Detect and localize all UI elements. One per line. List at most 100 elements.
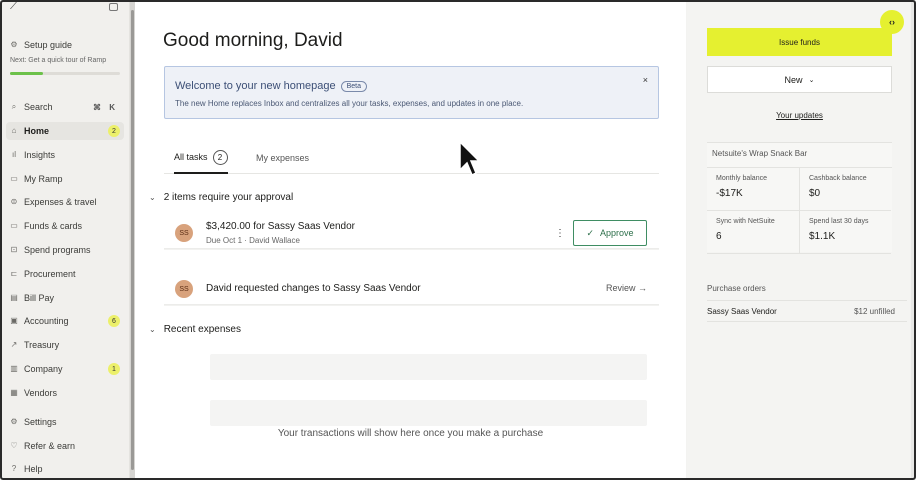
sidebar-item-spend-programs[interactable]: ⊡ Spend programs bbox=[6, 241, 124, 259]
welcome-description: The new Home replaces Inbox and centrali… bbox=[175, 99, 524, 108]
metric-value: 6 bbox=[716, 231, 722, 242]
right-edge-scrollbar bbox=[911, 2, 914, 478]
mouse-cursor-icon bbox=[459, 140, 480, 177]
new-label: New bbox=[784, 74, 803, 85]
close-icon[interactable]: × bbox=[643, 75, 648, 85]
sidebar-item-bill-pay[interactable]: ▤ Bill Pay bbox=[6, 289, 124, 307]
review-link[interactable]: Review → bbox=[606, 283, 647, 293]
setup-guide-label: Setup guide bbox=[24, 40, 73, 50]
more-options-icon[interactable]: ⋮ bbox=[555, 228, 565, 239]
chevron-down-icon: ⌄ bbox=[149, 193, 156, 202]
sidebar-item-label: Refer & earn bbox=[24, 441, 76, 451]
sidebar-item-refer[interactable]: ♡ Refer & earn bbox=[6, 437, 124, 455]
recent-expenses-heading: Recent expenses bbox=[163, 324, 241, 335]
home-icon: ⌂ bbox=[11, 126, 17, 135]
sidebar-item-label: My Ramp bbox=[24, 174, 63, 184]
cart-icon: ⊏ bbox=[10, 269, 18, 278]
metric-label: Monthly balance bbox=[716, 175, 767, 182]
tab-my-expenses-label: My expenses bbox=[256, 153, 310, 163]
collapse-sidebar-icon[interactable] bbox=[109, 3, 118, 11]
sidebar-item-label: Procurement bbox=[24, 269, 76, 279]
vendor-icon: ▦ bbox=[10, 388, 18, 397]
search-icon: ⌕ bbox=[11, 102, 17, 111]
card-icon: ▭ bbox=[10, 221, 18, 230]
issue-funds-button[interactable]: Issue funds bbox=[707, 28, 892, 56]
metric-cashback-balance[interactable]: Cashback balance $0 bbox=[799, 168, 891, 211]
sidebar-item-treasury[interactable]: ↗ Treasury bbox=[6, 336, 124, 354]
recent-expenses-toggle[interactable]: ⌄ Recent expenses bbox=[149, 324, 241, 335]
sidebar: ⟋ ⚙ Setup guide Next: Get a quick tour o… bbox=[2, 0, 130, 478]
sidebar-item-insights[interactable]: ıl Insights bbox=[6, 146, 124, 164]
sidebar-item-label: Home bbox=[24, 126, 50, 136]
sidebar-item-vendors[interactable]: ▦ Vendors bbox=[6, 384, 124, 402]
sidebar-item-funds[interactable]: ▭ Funds & cards bbox=[6, 217, 124, 235]
task-title: $3,420.00 for Sassy Saas Vendor bbox=[206, 221, 355, 232]
new-button[interactable]: New ⌄ bbox=[707, 66, 892, 93]
gear-icon: ⚙ bbox=[10, 417, 18, 426]
sidebar-item-settings[interactable]: ⚙ Settings bbox=[6, 413, 124, 431]
sidebar-item-help[interactable]: ? Help bbox=[6, 460, 124, 478]
po-vendor-name: Sassy Saas Vendor bbox=[707, 307, 777, 316]
receipt-icon: ⊜ bbox=[10, 197, 18, 206]
chevron-down-icon: ⌄ bbox=[149, 325, 156, 334]
metric-value: $0 bbox=[809, 188, 821, 199]
avatar: SS bbox=[175, 280, 193, 298]
logo-icon: ⟋ bbox=[10, 0, 18, 12]
sidebar-item-home[interactable]: ⌂ Home 2 bbox=[6, 122, 124, 140]
accounting-badge: 6 bbox=[108, 315, 120, 327]
setup-guide-subtitle: Next: Get a quick tour of Ramp bbox=[10, 57, 107, 64]
sidebar-item-label: Company bbox=[24, 364, 63, 374]
approval-section-toggle[interactable]: ⌄ 2 items require your approval bbox=[149, 192, 293, 203]
setup-icon: ⚙ bbox=[10, 40, 18, 49]
search-shortcut: ⌘ K bbox=[93, 102, 118, 112]
purchase-order-row[interactable]: Sassy Saas Vendor $12 unfilled bbox=[707, 300, 907, 322]
sidebar-item-accounting[interactable]: ▣ Accounting 6 bbox=[6, 312, 124, 330]
sidebar-item-company[interactable]: ▥ Company 1 bbox=[6, 360, 124, 378]
code-toggle-button[interactable]: ‹› bbox=[880, 10, 904, 34]
card-title: Netsuite's Wrap Snack Bar bbox=[712, 149, 808, 158]
sidebar-top: ⟋ bbox=[2, 0, 129, 14]
sidebar-item-label: Spend programs bbox=[24, 245, 91, 255]
help-icon: ? bbox=[11, 464, 17, 473]
company-badge: 1 bbox=[108, 363, 120, 375]
sidebar-item-label: Settings bbox=[24, 417, 57, 427]
your-updates-link[interactable]: Your updates bbox=[707, 111, 892, 120]
sidebar-item-procurement[interactable]: ⊏ Procurement bbox=[6, 265, 124, 283]
ledger-icon: ▣ bbox=[10, 316, 18, 325]
task-subtitle: Due Oct 1 · David Wallace bbox=[206, 236, 300, 245]
metric-label: Sync with NetSuite bbox=[716, 218, 775, 225]
metric-value: -$17K bbox=[716, 188, 743, 199]
tab-my-expenses[interactable]: My expenses bbox=[256, 142, 309, 174]
user-icon: ▭ bbox=[10, 174, 18, 183]
sidebar-item-label: Help bbox=[24, 464, 43, 474]
sidebar-item-expenses[interactable]: ⊜ Expenses & travel bbox=[6, 193, 124, 211]
task-title: David requested changes to Sassy Saas Ve… bbox=[206, 283, 421, 294]
chevron-down-icon: ⌄ bbox=[808, 76, 815, 84]
home-badge: 2 bbox=[108, 125, 120, 137]
beta-badge: Beta bbox=[340, 80, 368, 92]
tab-all-tasks[interactable]: All tasks 2 bbox=[174, 142, 228, 174]
tab-all-tasks-label: All tasks bbox=[174, 152, 208, 162]
sidebar-item-my-ramp[interactable]: ▭ My Ramp bbox=[6, 170, 124, 188]
metric-sync-netsuite[interactable]: Sync with NetSuite 6 bbox=[707, 211, 799, 254]
approval-task[interactable]: SS $3,420.00 for Sassy Saas Vendor Due O… bbox=[164, 214, 659, 249]
metric-spend-30-days[interactable]: Spend last 30 days $1.1K bbox=[799, 211, 891, 254]
setup-progress-bar bbox=[10, 72, 120, 75]
sidebar-item-label: Expenses & travel bbox=[24, 197, 97, 207]
chart-icon: ıl bbox=[12, 150, 16, 159]
metric-label: Cashback balance bbox=[809, 175, 867, 182]
gift-icon: ♡ bbox=[10, 441, 18, 450]
setup-guide-item[interactable]: ⚙ Setup guide bbox=[6, 36, 124, 54]
bill-icon: ▤ bbox=[10, 293, 18, 302]
sidebar-item-label: Insights bbox=[24, 150, 56, 160]
review-task[interactable]: SS David requested changes to Sassy Saas… bbox=[164, 270, 659, 305]
sidebar-item-label: Vendors bbox=[24, 388, 58, 398]
search-item[interactable]: ⌕ Search ⌘ K bbox=[6, 98, 124, 116]
entity-summary-card: Netsuite's Wrap Snack Bar Monthly balanc… bbox=[707, 142, 892, 254]
metric-value: $1.1K bbox=[809, 231, 836, 242]
sidebar-item-label: Funds & cards bbox=[24, 221, 83, 231]
purchase-orders-title: Purchase orders bbox=[707, 284, 766, 293]
po-value: $12 unfilled bbox=[854, 307, 895, 316]
approve-button[interactable]: ✓ Approve bbox=[573, 220, 647, 246]
metric-monthly-balance[interactable]: Monthly balance -$17K bbox=[707, 168, 799, 211]
